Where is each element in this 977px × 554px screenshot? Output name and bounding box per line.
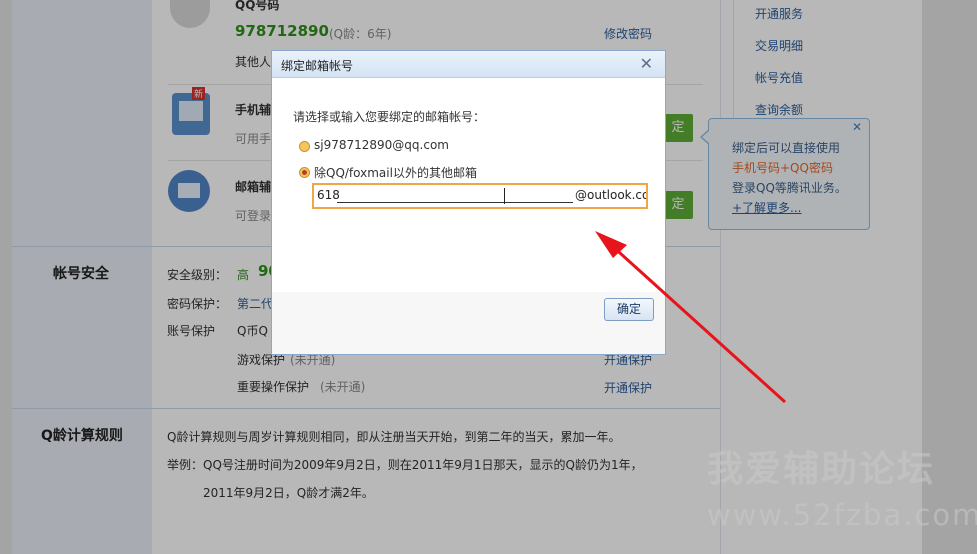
arrow-shaft [608,242,787,404]
red-arrow-annotation [595,231,787,404]
